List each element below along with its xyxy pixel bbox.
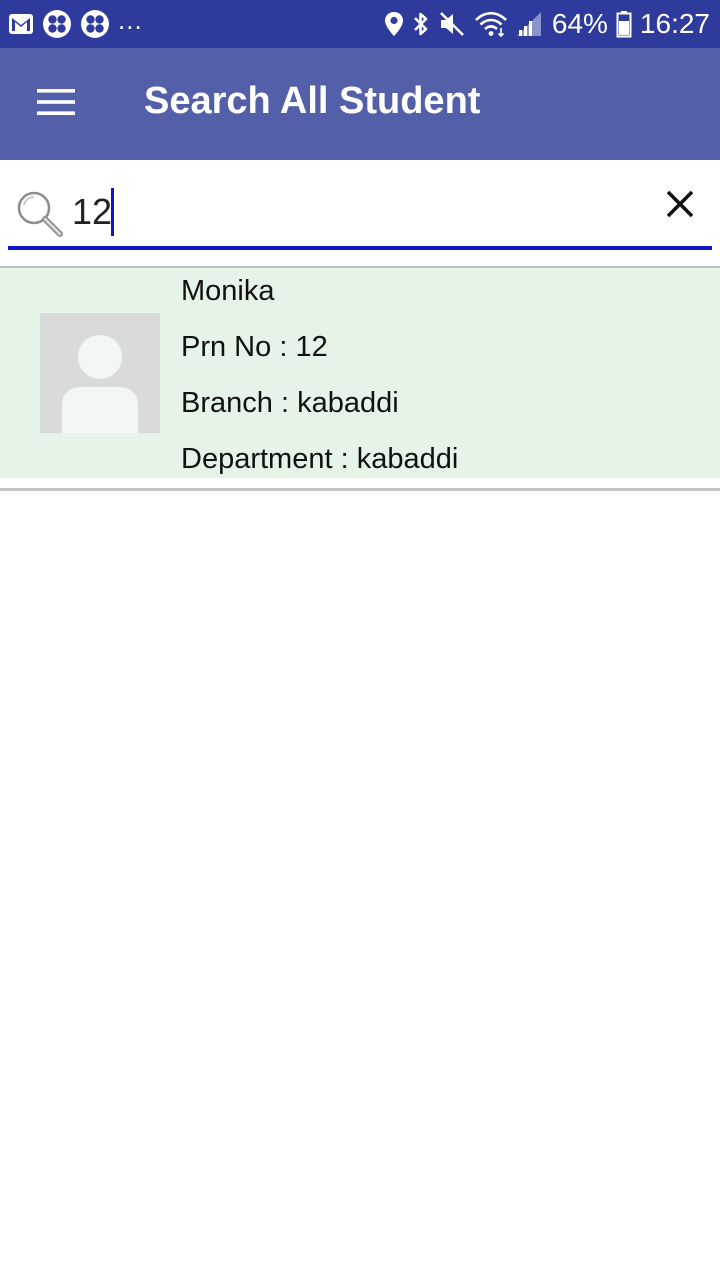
more-notifications-indicator: ... (118, 5, 143, 35)
battery-icon (616, 10, 632, 38)
department-value: kabaddi (356, 443, 459, 475)
branch-line: Branch : kabaddi (181, 380, 701, 436)
location-icon (384, 11, 404, 37)
branch-label: Branch : (181, 387, 298, 419)
hamburger-menu-icon (36, 86, 76, 123)
status-bar-system: 64% 16:27 (376, 9, 710, 39)
clover-app-icon (42, 9, 72, 39)
search-underline (8, 246, 712, 250)
student-details: Monika Prn No : 12 Branch : kabaddi Depa… (181, 268, 701, 492)
prn-value: 12 (295, 331, 328, 363)
clover-app-icon (80, 9, 110, 39)
signal-icon (516, 11, 542, 37)
student-name: Monika (181, 275, 275, 307)
search-input[interactable] (72, 186, 632, 238)
clock: 16:27 (639, 8, 710, 39)
list-divider (0, 488, 720, 491)
navigation-menu-button[interactable] (0, 48, 112, 160)
department-label: Department : (181, 443, 357, 475)
student-list-item[interactable]: Monika Prn No : 12 Branch : kabaddi Depa… (0, 268, 720, 478)
avatar-placeholder-icon (40, 313, 160, 433)
prn-label: Prn No : (181, 331, 296, 363)
gmail-icon (8, 13, 34, 35)
wifi-icon (474, 10, 508, 38)
text-cursor (111, 188, 114, 236)
department-line: Department : kabaddi (181, 436, 701, 492)
search-bar (0, 160, 720, 266)
close-icon (665, 189, 695, 224)
search-icon (14, 188, 66, 240)
battery-percentage: 64% (551, 8, 608, 39)
clear-search-button[interactable] (650, 176, 710, 236)
app-toolbar: Search All Student (0, 48, 720, 160)
page-title: Search All Student (144, 79, 481, 122)
bluetooth-icon (412, 10, 430, 38)
status-bar-notifications: ... (8, 5, 151, 39)
status-bar: ... 64% 16:27 (0, 0, 720, 48)
branch-value: kabaddi (297, 387, 399, 419)
mute-icon (438, 10, 466, 38)
prn-line: Prn No : 12 (181, 324, 701, 380)
